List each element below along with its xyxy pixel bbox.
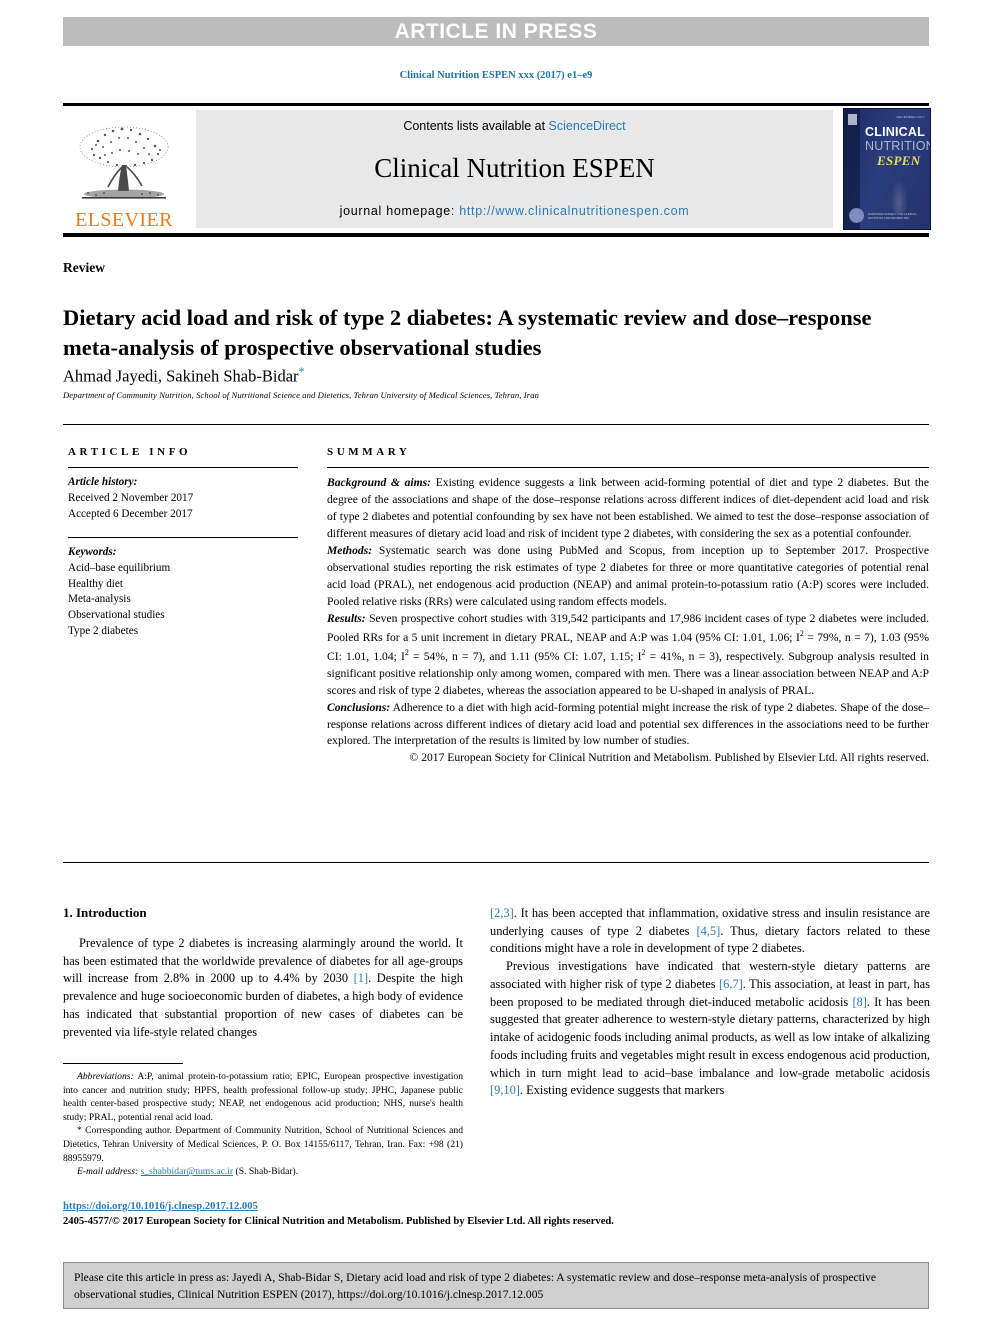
cite-this-article-box: Please cite this article in press as: Ja… [63, 1262, 929, 1309]
keyword-item: Meta-analysis [68, 593, 131, 606]
article-info-heading: ARTICLE INFO [68, 446, 192, 458]
corresponding-author-text: Corresponding author. Department of Comm… [63, 1125, 463, 1164]
cover-title-line1: CLINICAL [865, 125, 925, 139]
summary-results-text-3: = 54%, n = 7), and 1.11 (95% CI: 1.07, 1… [408, 649, 642, 663]
body-left-column: 1. Introduction Prevalence of type 2 dia… [63, 905, 463, 1041]
author-names: Ahmad Jayedi, Sakineh Shab-Bidar [63, 366, 299, 386]
introduction-paragraph-1-left: Prevalence of type 2 diabetes is increas… [63, 935, 463, 1041]
article-info-column: ARTICLE INFO Article history: Received 2… [68, 446, 298, 640]
summary-methods-label: Methods: [327, 543, 373, 557]
masthead-bottom-rule [63, 233, 929, 237]
elsevier-tree-icon [79, 126, 169, 199]
homepage-label: journal homepage: [339, 204, 460, 218]
introduction-heading: 1. Introduction [63, 905, 147, 920]
corresponding-author-note: * Corresponding author. Department of Co… [63, 1124, 463, 1165]
citation-ref-4-5[interactable]: [4,5] [697, 924, 721, 938]
abstract-panel-top-rule [63, 424, 929, 425]
keyword-item: Observational studies [68, 609, 165, 622]
journal-cover-thumbnail: DECEMBER 2017 CLINICAL NUTRITION ESPEN E… [843, 108, 931, 230]
citation-ref-8[interactable]: [8] [852, 995, 866, 1009]
page-title: Dietary acid load and risk of type 2 dia… [63, 305, 872, 360]
keyword-item: Type 2 diabetes [68, 625, 139, 638]
doi-link[interactable]: https://doi.org/10.1016/j.clnesp.2017.12… [63, 1200, 763, 1215]
keyword-item: Healthy diet [68, 577, 123, 590]
keywords-block: Keywords: Acid–base equilibrium Healthy … [68, 545, 298, 640]
footnote-block: Abbreviations: A:P, animal protein-to-po… [63, 1070, 463, 1179]
summary-background-paragraph: Background & aims: Existing evidence sug… [327, 475, 929, 543]
introduction-paragraph-1-right: [2,3]. It has been accepted that inflamm… [490, 905, 930, 958]
citation-ref-2-3[interactable]: [2,3] [490, 906, 514, 920]
author-list: Ahmad Jayedi, Sakineh Shab-Bidar* [63, 364, 305, 387]
summary-conclusions-text: Adherence to a diet with high acid-formi… [327, 700, 929, 748]
citation-ref-9-10[interactable]: [9,10] [490, 1083, 520, 1097]
cover-footer-text: EUROPEAN SOCIETY FOR CLINICAL NUTRITION … [868, 211, 917, 220]
summary-conclusions-label: Conclusions: [327, 700, 391, 714]
keyword-item: Acid–base equilibrium [68, 561, 171, 574]
masthead-top-rule [63, 103, 929, 106]
email-link[interactable]: s_shabbidar@tums.ac.ir [141, 1166, 234, 1177]
article-in-press-label: ARTICLE IN PRESS [394, 19, 598, 43]
summary-results-paragraph: Results: Seven prospective cohort studie… [327, 611, 929, 700]
author-affiliation: Department of Community Nutrition, Schoo… [63, 390, 539, 400]
keywords-label: Keywords: [68, 545, 117, 558]
body-right-column: [2,3]. It has been accepted that inflamm… [490, 905, 930, 1100]
summary-divider [327, 467, 929, 468]
summary-methods-paragraph: Methods: Systematic search was done usin… [327, 543, 929, 611]
citation-ref-6-7[interactable]: [6,7] [719, 977, 743, 991]
contents-prefix: Contents lists available at [403, 119, 549, 133]
running-head-citation: Clinical Nutrition ESPEN xxx (2017) e1–e… [399, 70, 593, 81]
elsevier-wordmark: ELSEVIER [75, 209, 173, 231]
summary-column: SUMMARY Background & aims: Existing evid… [327, 446, 929, 767]
article-info-divider [68, 467, 298, 468]
journal-masthead-box: Contents lists available at ScienceDirec… [196, 110, 833, 228]
summary-copyright: © 2017 European Society for Clinical Nut… [409, 751, 930, 765]
article-accepted-date: Accepted 6 December 2017 [68, 507, 193, 520]
email-label: E-mail address: [77, 1166, 139, 1178]
contents-available-line: Contents lists available at ScienceDirec… [403, 119, 625, 133]
doi-copyright-block: https://doi.org/10.1016/j.clnesp.2017.12… [63, 1200, 763, 1229]
summary-heading: SUMMARY [327, 446, 411, 458]
journal-homepage-line: journal homepage: http://www.clinicalnut… [340, 204, 690, 218]
summary-body: Background & aims: Existing evidence sug… [327, 475, 929, 767]
summary-conclusions-paragraph: Conclusions: Adherence to a diet with hi… [327, 700, 929, 751]
intro-p2-d: . Existing evidence suggests that marker… [519, 1083, 725, 1098]
cover-issue-tag: DECEMBER 2017 [896, 115, 925, 119]
article-history-label: Article history: [68, 476, 138, 488]
journal-title: Clinical Nutrition ESPEN [374, 153, 655, 183]
introduction-paragraph-2: Previous investigations have indicated t… [490, 958, 930, 1100]
footnote-divider [63, 1063, 183, 1064]
cover-globe-icon [850, 209, 863, 222]
elsevier-logo: ELSEVIER [63, 108, 185, 230]
abbreviations-note: Abbreviations: A:P, animal protein-to-po… [63, 1070, 463, 1124]
abbreviations-label: Abbreviations: [77, 1071, 134, 1082]
cover-title-line3: ESPEN [877, 153, 921, 168]
article-in-press-banner: ARTICLE IN PRESS [63, 17, 929, 46]
journal-homepage-link[interactable]: http://www.clinicalnutritionespen.com [459, 204, 689, 218]
article-history-block: Article history: Received 2 November 201… [68, 475, 298, 523]
citation-ref-1[interactable]: [1] [354, 971, 368, 985]
cover-society-badge-icon [848, 114, 857, 125]
cite-this-article-text: Please cite this article in press as: Ja… [74, 1271, 877, 1301]
issn-copyright-line: 2405-4577/© 2017 European Society for Cl… [63, 1215, 614, 1227]
article-info-spacer [68, 523, 298, 537]
sciencedirect-link[interactable]: ScienceDirect [549, 119, 626, 133]
article-page: ARTICLE IN PRESS Clinical Nutrition ESPE… [0, 0, 992, 1323]
summary-results-label: Results: [327, 611, 366, 625]
email-note: E-mail address: s_shabbidar@tums.ac.ir (… [63, 1165, 463, 1179]
keywords-divider [68, 536, 298, 538]
summary-background-label: Background & aims: [327, 476, 432, 489]
article-type-label: Review [63, 260, 105, 275]
abstract-panel-bottom-rule [63, 862, 929, 863]
summary-methods-text: Systematic search was done using PubMed … [327, 543, 929, 608]
cover-droplet-graphic [890, 179, 908, 213]
email-suffix: (S. Shab-Bidar). [233, 1166, 299, 1178]
cover-title-line2: NUTRITION [865, 139, 931, 153]
article-received-date: Received 2 November 2017 [68, 491, 194, 504]
corresponding-author-marker[interactable]: * [299, 364, 305, 378]
